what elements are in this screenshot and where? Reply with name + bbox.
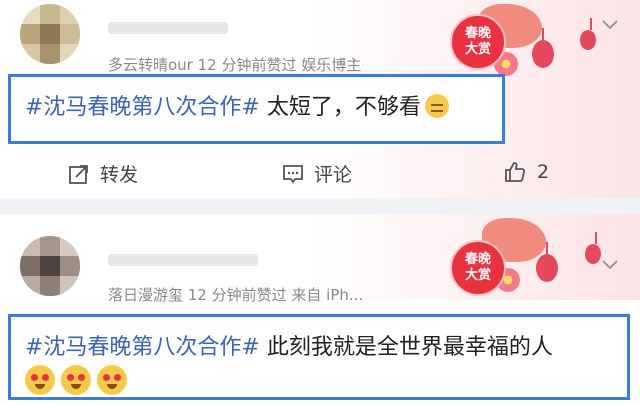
post-body: 太短了，不够看 [259, 95, 421, 120]
chevron-down-icon[interactable] [600, 14, 620, 34]
forward-button[interactable]: 转发 [68, 160, 138, 187]
like-button[interactable]: 2 [503, 160, 549, 184]
heart-eyes-emoji-icon [25, 365, 55, 395]
forward-label: 转发 [100, 164, 139, 186]
comment-button[interactable]: 评论 [282, 160, 352, 187]
lantern-icon [532, 28, 554, 68]
avatar[interactable] [20, 236, 80, 296]
post-body: 此刻我就是全世界最幸福的人 [259, 335, 553, 360]
comment-label: 评论 [314, 164, 353, 186]
badge-label: 春晚 大赏 [464, 252, 491, 283]
avatar[interactable] [20, 4, 80, 64]
post-meta: 落日漫游玺 12 分钟前赞过 来自 iPh... [108, 286, 364, 304]
badge-label: 春晚 大赏 [464, 26, 491, 57]
lantern-icon [580, 18, 596, 50]
emoji-row [25, 365, 133, 395]
like-icon [505, 162, 525, 182]
action-bar: 转发 评论 2 [0, 150, 640, 198]
lantern-icon [536, 242, 558, 282]
post-card-1: 多云转晴our 12 分钟前赞过 娱乐博主 春晚 大赏 #沈马春晚第八次合作# … [0, 0, 640, 198]
card-separator [0, 198, 640, 214]
heart-eyes-emoji-icon [97, 365, 127, 395]
post-meta: 多云转晴our 12 分钟前赞过 娱乐博主 [108, 56, 362, 74]
comment-icon [283, 164, 303, 184]
post-text: #沈马春晚第八次合作# 太短了，不够看 [25, 89, 449, 121]
username-blurred[interactable] [108, 254, 258, 266]
spring-gala-badge: 春晚 大赏 [450, 240, 506, 296]
username-blurred[interactable] [108, 22, 228, 34]
chevron-down-icon[interactable] [600, 254, 620, 274]
post-content-highlight: #沈马春晚第八次合作# 太短了，不够看 [8, 74, 505, 144]
post-content-highlight: #沈马春晚第八次合作# 此刻我就是全世界最幸福的人 [8, 314, 630, 400]
lantern-icon [585, 232, 601, 264]
hashtag-link[interactable]: #沈马春晚第八次合作# [25, 335, 260, 360]
sleepy-emoji-icon [424, 94, 449, 118]
like-count: 2 [537, 161, 550, 183]
hashtag-link[interactable]: #沈马春晚第八次合作# [25, 95, 260, 120]
heart-eyes-emoji-icon [61, 365, 91, 395]
post-text: #沈马春晚第八次合作# 此刻我就是全世界最幸福的人 [25, 329, 553, 361]
spring-gala-badge: 春晚 大赏 [450, 14, 506, 70]
forward-icon [69, 164, 88, 184]
post-card-2: 落日漫游玺 12 分钟前赞过 来自 iPh... 春晚 大赏 #沈马春晚第八次合… [0, 214, 640, 405]
